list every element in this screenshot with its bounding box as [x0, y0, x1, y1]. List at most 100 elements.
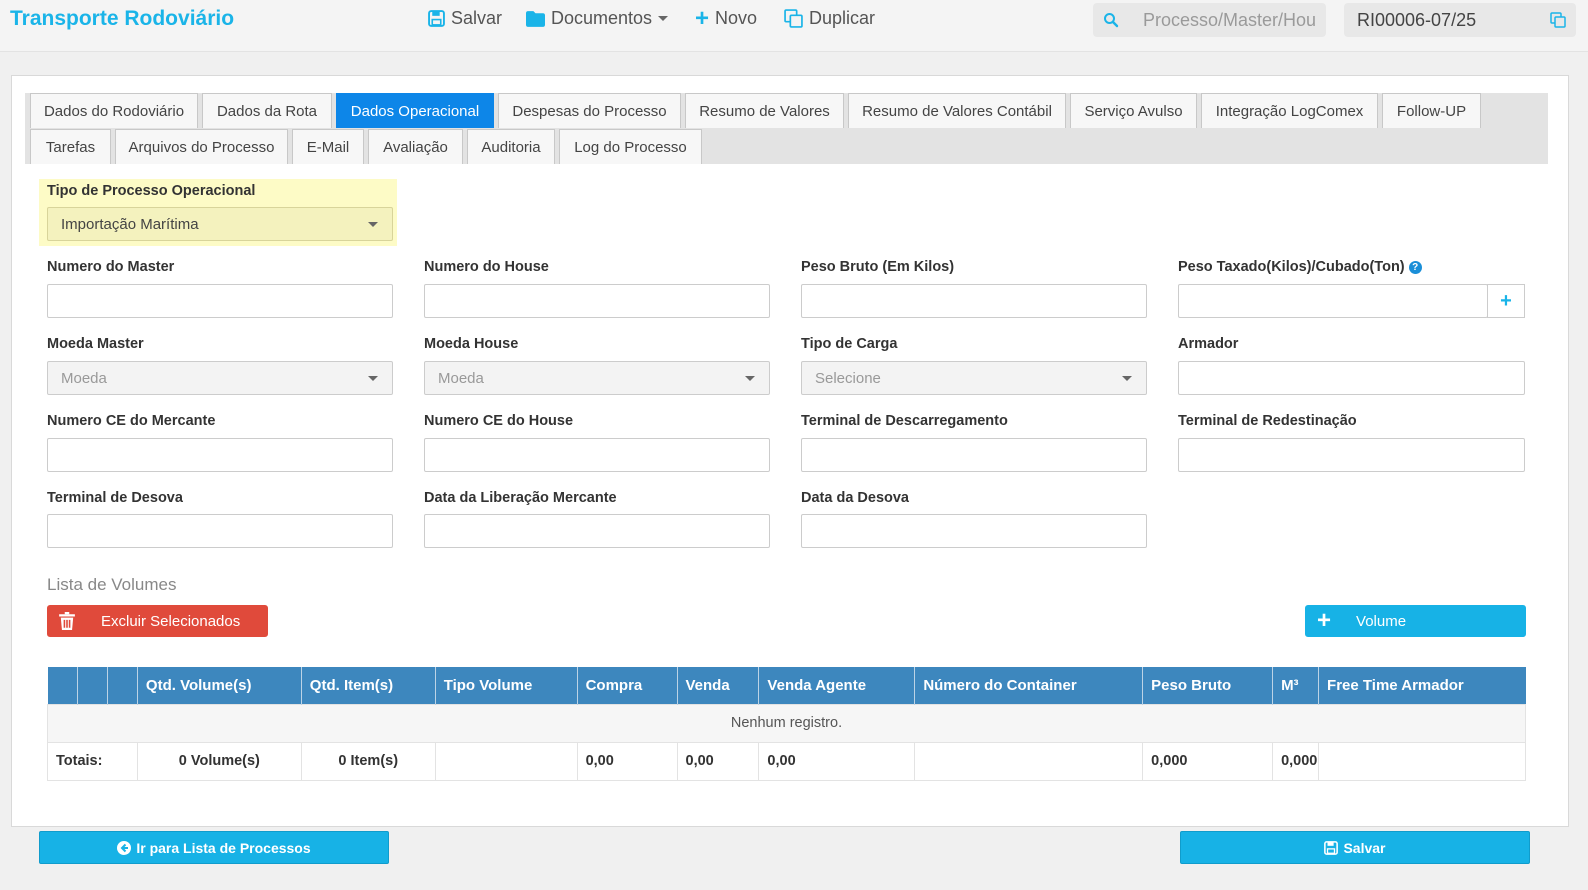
column-header-compra[interactable]: Compra: [577, 667, 678, 704]
tab-follow-up[interactable]: Follow-UP: [1382, 93, 1481, 128]
tipo-processo-value: Importação Marítima: [61, 215, 199, 233]
chevron-down-icon: [368, 376, 378, 381]
process-number: RI00006-07/25: [1357, 10, 1477, 30]
armador-label: Armador: [1178, 336, 1239, 352]
app-title: Transporte Rodoviário: [10, 7, 235, 30]
trash-icon: [59, 612, 75, 630]
chevron-down-icon: [368, 222, 378, 227]
data-liberacao-input[interactable]: [424, 514, 770, 548]
totals-m3: 0,000: [1272, 741, 1320, 781]
column-header[interactable]: [107, 667, 138, 704]
chevron-down-icon: [1122, 376, 1132, 381]
tab-integracao-logcomex[interactable]: Integração LogComex: [1201, 93, 1378, 128]
column-header[interactable]: [77, 667, 108, 704]
column-header-venda[interactable]: Venda: [677, 667, 760, 704]
tipo-processo-select[interactable]: Importação Marítima: [47, 207, 393, 241]
column-header-m3[interactable]: M³: [1272, 667, 1320, 704]
top-bar: Transporte Rodoviário Salvar Documentos …: [0, 0, 1588, 52]
plus-icon: +: [1500, 289, 1512, 312]
copy-process-icon[interactable]: [1550, 12, 1566, 28]
moeda-master-select[interactable]: Moeda: [47, 361, 393, 395]
numero-house-input[interactable]: [424, 284, 770, 318]
tab-tarefas[interactable]: Tarefas: [30, 129, 111, 164]
moeda-master-label: Moeda Master: [47, 336, 144, 352]
help-icon[interactable]: ?: [1408, 261, 1422, 274]
peso-taxado-input[interactable]: [1178, 284, 1488, 318]
add-volume-button[interactable]: + Volume: [1305, 605, 1526, 637]
totals-label: Totais:: [47, 741, 138, 781]
duplicate-label: Duplicar: [809, 8, 876, 28]
empty-message: Nenhum registro.: [47, 703, 1526, 743]
tab-dados-operacional[interactable]: Dados Operacional: [336, 93, 494, 128]
tab-email[interactable]: E-Mail: [292, 129, 364, 164]
duplicate-button[interactable]: Duplicar: [784, 8, 875, 29]
terminal-descarregamento-input[interactable]: [801, 438, 1147, 472]
delete-selected-button[interactable]: Excluir Selecionados: [47, 605, 268, 637]
save-toolbar-button[interactable]: Salvar: [428, 8, 502, 29]
process-number-box: RI00006-07/25: [1344, 3, 1576, 37]
totals-row: Totais: 0 Volume(s) 0 Item(s) 0,00 0,00 …: [47, 741, 1526, 781]
table-header-row: Qtd. Volume(s) Qtd. Item(s) Tipo Volume …: [47, 667, 1526, 704]
copy-icon: [784, 9, 803, 28]
column-header-numero-container[interactable]: Número do Container: [914, 667, 1144, 704]
tab-despesas-processo[interactable]: Despesas do Processo: [498, 93, 681, 128]
tab-resumo-valores[interactable]: Resumo de Valores: [685, 93, 844, 128]
tab-dados-rodoviario[interactable]: Dados do Rodoviário: [30, 93, 198, 128]
save-bottom-label: Salvar: [1343, 839, 1386, 856]
terminal-desova-label: Terminal de Desova: [47, 490, 183, 506]
add-peso-button[interactable]: +: [1487, 284, 1525, 318]
column-header-venda-agente[interactable]: Venda Agente: [758, 667, 916, 704]
column-header-qtd-volumes[interactable]: Qtd. Volume(s): [137, 667, 302, 704]
tipo-carga-label: Tipo de Carga: [801, 336, 898, 352]
tab-log-processo[interactable]: Log do Processo: [559, 129, 702, 164]
column-header[interactable]: [47, 667, 78, 704]
armador-input[interactable]: [1178, 361, 1525, 395]
save-bottom-button[interactable]: Salvar: [1180, 831, 1530, 864]
ce-mercante-label: Numero CE do Mercante: [47, 413, 216, 429]
tipo-carga-value: Selecione: [815, 369, 881, 387]
peso-bruto-input[interactable]: [801, 284, 1147, 318]
back-to-list-button[interactable]: Ir para Lista de Processos: [39, 831, 389, 864]
tab-bar: Dados do Rodoviário Dados da Rota Dados …: [25, 93, 1548, 164]
column-header-free-time[interactable]: Free Time Armador: [1318, 667, 1526, 704]
totals-free-time: [1318, 741, 1526, 781]
search-input[interactable]: [1143, 8, 1315, 32]
data-desova-input[interactable]: [801, 514, 1147, 548]
ce-house-input[interactable]: [424, 438, 770, 472]
peso-taxado-label-wrap: Peso Taxado(Kilos)/Cubado(Ton)?: [1178, 259, 1422, 275]
new-button[interactable]: + Novo: [695, 6, 758, 30]
process-search: [1093, 3, 1326, 37]
column-header-peso-bruto[interactable]: Peso Bruto: [1142, 667, 1274, 704]
documents-dropdown[interactable]: Documentos: [526, 8, 669, 29]
tab-dados-rota[interactable]: Dados da Rota: [202, 93, 332, 128]
terminal-redestinacao-input[interactable]: [1178, 438, 1525, 472]
peso-taxado-label: Peso Taxado(Kilos)/Cubado(Ton): [1178, 259, 1405, 275]
tipo-carga-select[interactable]: Selecione: [801, 361, 1147, 395]
tab-resumo-valores-contabil[interactable]: Resumo de Valores Contábil: [848, 93, 1066, 128]
save-toolbar-label: Salvar: [451, 8, 503, 28]
volumes-title: Lista de Volumes: [47, 575, 177, 594]
numero-master-input[interactable]: [47, 284, 393, 318]
chevron-down-icon: [745, 376, 755, 381]
tab-auditoria[interactable]: Auditoria: [467, 129, 555, 164]
chevron-down-icon: [658, 16, 669, 21]
tab-avaliacao[interactable]: Avaliação: [368, 129, 463, 164]
totals-volumes: 0 Volume(s): [136, 741, 302, 781]
tab-arquivos-processo[interactable]: Arquivos do Processo: [115, 129, 288, 164]
tab-servico-avulso[interactable]: Serviço Avulso: [1070, 93, 1197, 128]
column-header-tipo-volume[interactable]: Tipo Volume: [435, 667, 578, 704]
terminal-descarregamento-label: Terminal de Descarregamento: [801, 413, 1008, 429]
back-to-list-label: Ir para Lista de Processos: [136, 839, 311, 856]
ce-mercante-input[interactable]: [47, 438, 393, 472]
terminal-desova-input[interactable]: [47, 514, 393, 548]
save-icon: [428, 10, 445, 27]
moeda-master-value: Moeda: [61, 369, 107, 387]
delete-selected-label: Excluir Selecionados: [101, 612, 241, 630]
search-icon: [1104, 13, 1119, 28]
moeda-house-label: Moeda House: [424, 336, 519, 352]
column-header-qtd-items[interactable]: Qtd. Item(s): [301, 667, 436, 704]
new-label: Novo: [715, 8, 758, 28]
data-liberacao-label: Data da Liberação Mercante: [424, 490, 617, 506]
totals-items: 0 Item(s): [300, 741, 436, 781]
moeda-house-select[interactable]: Moeda: [424, 361, 770, 395]
